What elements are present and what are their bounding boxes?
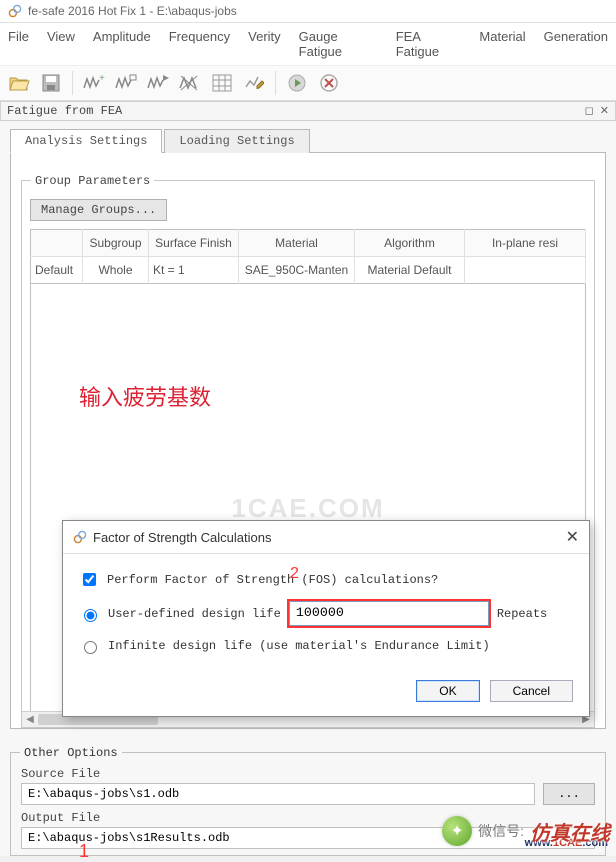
perform-fos-checkbox[interactable] (83, 573, 96, 586)
signal-play-icon[interactable] (145, 70, 171, 96)
grid-icon[interactable] (209, 70, 235, 96)
group-table-row[interactable]: Default Whole Kt = 1 SAE_950C-Manten Mat… (31, 257, 586, 284)
menu-verity[interactable]: Verity (248, 29, 281, 59)
perform-fos-label: Perform Factor of Strength (FOS) calcula… (107, 573, 438, 587)
menu-view[interactable]: View (47, 29, 75, 59)
menu-frequency[interactable]: Frequency (169, 29, 230, 59)
other-options-legend: Other Options (20, 746, 122, 760)
panel-header: Fatigue from FEA ◻ ✕ (0, 101, 616, 121)
annotation-red-text: 输入疲劳基数 (79, 380, 211, 412)
menu-gauge-fatigue[interactable]: Gauge Fatigue (299, 29, 378, 59)
stop-icon[interactable] (316, 70, 342, 96)
fos-dialog: Factor of Strength Calculations ✕ Perfor… (62, 520, 590, 717)
dialog-title: Factor of Strength Calculations (93, 530, 271, 545)
design-life-input[interactable] (289, 601, 489, 626)
app-logo-icon (8, 4, 22, 18)
menu-fea-fatigue[interactable]: FEA Fatigue (396, 29, 462, 59)
tab-loading-settings[interactable]: Loading Settings (164, 129, 309, 153)
signal-add-icon[interactable]: + (81, 70, 107, 96)
scroll-left-icon[interactable]: ◀ (22, 714, 38, 725)
menubar: File View Amplitude Frequency Verity Gau… (0, 23, 616, 66)
user-defined-radio[interactable] (84, 609, 97, 622)
brand-overlay: ✦ 微信号: 仿真在线 (442, 816, 610, 846)
panel-close-icon[interactable]: ✕ (600, 104, 609, 118)
tab-analysis-settings[interactable]: Analysis Settings (10, 129, 162, 153)
watermark-text: 1CAE.COM (231, 492, 384, 523)
window-title: fe-safe 2016 Hot Fix 1 - E:\abaqus-jobs (28, 4, 237, 18)
source-file-label: Source File (21, 767, 595, 781)
tab-row: Analysis Settings Loading Settings (10, 129, 606, 153)
chart-edit-icon[interactable] (241, 70, 267, 96)
source-browse-button[interactable]: ... (543, 783, 595, 805)
group-parameters-legend: Group Parameters (31, 174, 154, 188)
open-icon[interactable] (6, 70, 32, 96)
menu-generation[interactable]: Generation (544, 29, 608, 59)
cancel-button[interactable]: Cancel (490, 680, 573, 702)
dialog-close-icon[interactable]: ✕ (566, 527, 579, 547)
save-icon[interactable] (38, 70, 64, 96)
signal-cross-icon[interactable] (177, 70, 203, 96)
menu-file[interactable]: File (8, 29, 29, 59)
annotation-2: 2 (290, 565, 299, 583)
source-file-input[interactable] (21, 783, 535, 805)
menu-amplitude[interactable]: Amplitude (93, 29, 151, 59)
menu-material[interactable]: Material (479, 29, 525, 59)
user-defined-label: User-defined design life (108, 607, 281, 621)
run-icon[interactable] (284, 70, 310, 96)
group-table: Subgroup Surface Finish Material Algorit… (30, 229, 586, 284)
dialog-titlebar: Factor of Strength Calculations ✕ (63, 521, 589, 554)
brand-cn-text: 仿真在线 (530, 817, 610, 846)
group-table-header: Subgroup Surface Finish Material Algorit… (31, 230, 586, 257)
panel-title: Fatigue from FEA (7, 104, 122, 118)
manage-groups-button[interactable]: Manage Groups... (30, 199, 167, 221)
annotation-1: 1 (79, 841, 89, 862)
wechat-label: 微信号: (478, 821, 524, 841)
repeats-label: Repeats (497, 607, 547, 621)
dialog-logo-icon (73, 530, 87, 544)
infinite-life-radio[interactable] (84, 641, 97, 654)
panel-undock-icon[interactable]: ◻ (585, 104, 594, 118)
signal-config-icon[interactable] (113, 70, 139, 96)
toolbar: + (0, 66, 616, 101)
infinite-life-label: Infinite design life (use material's End… (108, 639, 490, 653)
ok-button[interactable]: OK (416, 680, 479, 702)
wechat-icon: ✦ (442, 816, 472, 846)
window-titlebar: fe-safe 2016 Hot Fix 1 - E:\abaqus-jobs (0, 0, 616, 23)
svg-text:+: + (99, 73, 105, 84)
